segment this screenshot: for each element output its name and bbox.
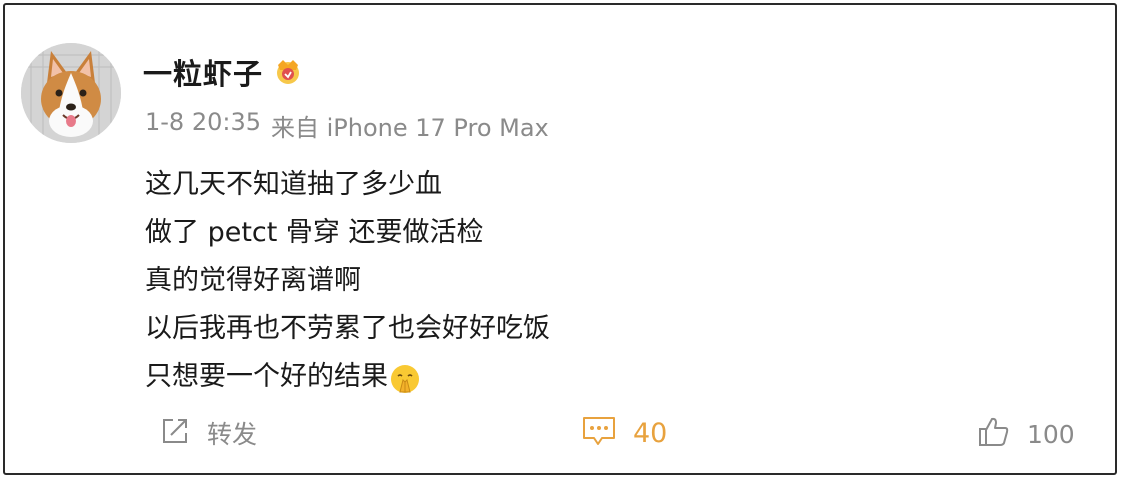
- post-line-last: 只想要一个好的结果: [145, 353, 550, 401]
- share-label: 转发: [207, 420, 258, 449]
- post-line: 以后我再也不劳累了也会好好吃饭: [145, 313, 550, 344]
- post-source[interactable]: 来自 iPhone 17 Pro Max: [271, 108, 549, 143]
- post-content: 这几天不知道抽了多少血 做了 petct 骨穿 还要做活检 真的觉得好离谱啊 以…: [145, 161, 550, 401]
- like-button[interactable]: 100: [977, 415, 1075, 453]
- avatar[interactable]: [21, 43, 121, 143]
- comment-count: 40: [633, 417, 668, 449]
- pray-emoji-icon: [390, 362, 420, 393]
- share-icon: [159, 415, 191, 451]
- username[interactable]: 一粒虾子: [143, 51, 263, 93]
- post-line: 做了 petct 骨穿 还要做活检: [145, 217, 484, 248]
- post-line: 这几天不知道抽了多少血: [145, 169, 442, 200]
- vip-badge-icon[interactable]: [273, 57, 303, 87]
- post-line: 真的觉得好离谱啊: [145, 265, 361, 296]
- post-line-text: 只想要一个好的结果: [145, 361, 388, 392]
- comment-icon: [581, 415, 617, 451]
- comment-button[interactable]: 40: [581, 415, 667, 451]
- post-timestamp: 1-8 20:35: [145, 108, 261, 136]
- thumbs-up-icon: [977, 415, 1011, 453]
- post-card: 一粒虾子 1-8 20:35 来自 iPhone 17 Pro Max 这几天不…: [3, 3, 1117, 475]
- post-meta: 1-8 20:35 来自 iPhone 17 Pro Max: [145, 108, 549, 143]
- corgi-avatar-image: [21, 43, 121, 143]
- post-header: 一粒虾子: [143, 51, 303, 93]
- like-count: 100: [1027, 419, 1075, 449]
- share-button[interactable]: 转发: [159, 415, 257, 451]
